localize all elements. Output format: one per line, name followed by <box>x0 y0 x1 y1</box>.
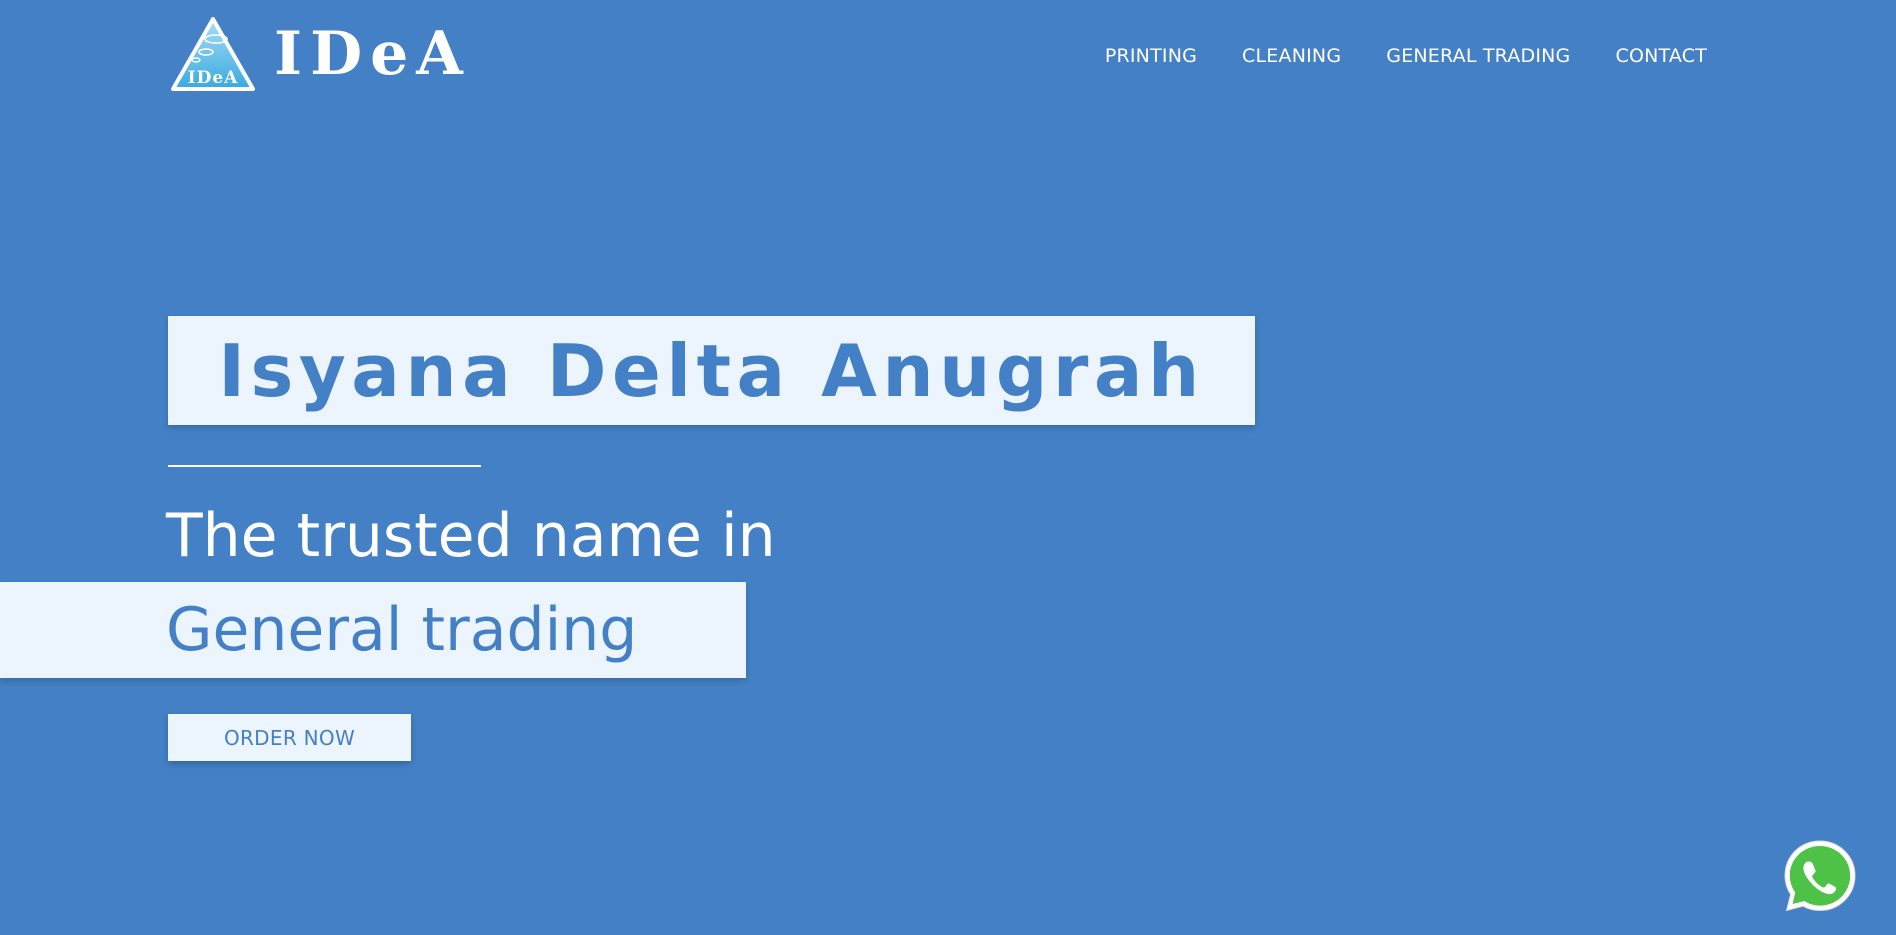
hero-title: Isyana Delta Anugrah <box>218 328 1205 413</box>
whatsapp-chat-button[interactable] <box>1781 838 1859 916</box>
whatsapp-icon <box>1784 840 1856 912</box>
order-now-button[interactable]: ORDER NOW <box>168 714 411 761</box>
hero-subtitle: The trusted name in <box>166 501 776 571</box>
main-nav: PRINTING CLEANING GENERAL TRADING CONTAC… <box>1105 42 1707 70</box>
nav-link-general-trading[interactable]: GENERAL TRADING <box>1386 42 1570 70</box>
hero-divider <box>168 465 481 467</box>
nav-link-cleaning[interactable]: CLEANING <box>1242 42 1341 70</box>
logo-link[interactable]: IDeA IDeA <box>170 16 471 92</box>
hero-highlight-text: General trading <box>166 595 638 665</box>
logo-mark-text: IDeA <box>188 68 239 88</box>
hero-title-panel: Isyana Delta Anugrah <box>168 316 1255 425</box>
logo-wordmark: IDeA <box>274 19 471 89</box>
hero-highlight-panel: General trading <box>0 582 746 678</box>
nav-link-contact[interactable]: CONTACT <box>1615 42 1707 70</box>
logo-triangle-icon: IDeA <box>171 17 255 91</box>
nav-link-printing[interactable]: PRINTING <box>1105 42 1197 70</box>
